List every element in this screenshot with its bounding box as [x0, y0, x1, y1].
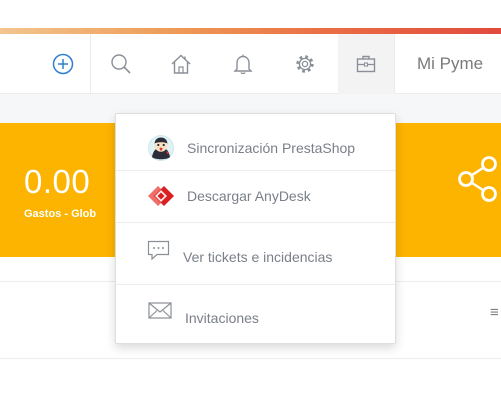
add-button[interactable]: [36, 34, 90, 94]
top-navbar: Mi Pyme: [0, 34, 501, 94]
dropdown-item-label: Descargar AnyDesk: [187, 188, 311, 204]
anydesk-icon: [148, 186, 174, 206]
bell-icon: [233, 54, 253, 75]
list-menu-icon[interactable]: ≡: [490, 305, 499, 320]
user-name: Mi Pyme: [417, 54, 484, 73]
search-button[interactable]: [96, 34, 146, 94]
dropdown-item-tickets[interactable]: Ver tickets e incidencias: [116, 223, 395, 283]
gear-icon: [296, 55, 314, 73]
dropdown-item-label: Ver tickets e incidencias: [183, 249, 333, 265]
dropdown-item-prestashop-sync[interactable]: Sincronización PrestaShop: [116, 125, 395, 170]
navbar-divider: [90, 34, 91, 94]
settings-button[interactable]: [280, 34, 330, 94]
home-button[interactable]: [156, 34, 206, 94]
navbar-divider: [394, 34, 395, 94]
app-root: Mi Pyme 0.00 Gastos - Glob ≡ Sincronizac…: [0, 0, 501, 404]
notifications-button[interactable]: [218, 34, 268, 94]
envelope-icon: [148, 302, 172, 319]
prestashop-icon: [148, 134, 174, 161]
user-menu[interactable]: Mi Pyme: [400, 34, 501, 94]
briefcase-button[interactable]: [338, 34, 394, 94]
dropdown-item-label: Invitaciones: [185, 310, 259, 326]
search-icon: [111, 54, 131, 74]
home-icon: [171, 54, 191, 74]
tools-dropdown-menu: Sincronización PrestaShop Descargar AnyD…: [115, 113, 396, 344]
share-icon[interactable]: [455, 156, 499, 208]
chat-icon: [147, 240, 170, 260]
briefcase-icon: [356, 55, 376, 73]
dropdown-item-anydesk[interactable]: Descargar AnyDesk: [116, 171, 395, 221]
dropdown-item-label: Sincronización PrestaShop: [187, 139, 356, 156]
add-circle-icon: [52, 53, 74, 75]
expenses-label: Gastos - Glob: [24, 208, 97, 220]
expenses-value: 0.00: [24, 163, 91, 200]
dropdown-item-invitations[interactable]: Invitaciones: [116, 285, 395, 343]
